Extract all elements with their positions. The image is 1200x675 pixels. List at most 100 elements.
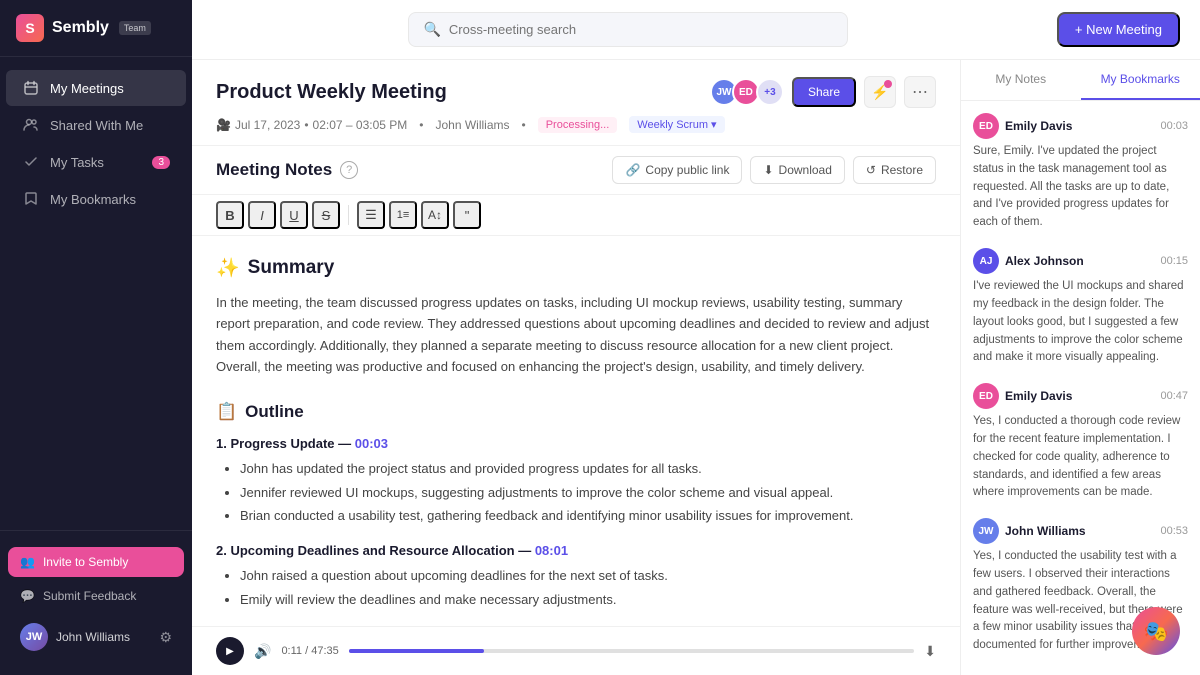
invite-icon: 👥	[20, 555, 35, 569]
summary-emoji: ✨	[216, 256, 240, 280]
note-author: Emily Davis	[1005, 389, 1072, 403]
summary-heading: ✨ Summary	[216, 256, 936, 280]
bold-button[interactable]: B	[216, 201, 244, 229]
help-icon[interactable]: ?	[340, 161, 358, 179]
sidebar-item-bookmarks-label: My Bookmarks	[50, 192, 136, 207]
doc-body: ✨ Summary In the meeting, the team discu…	[192, 236, 960, 626]
note-text: Sure, Emily. I've updated the project st…	[973, 143, 1188, 232]
sidebar-item-shared-with-me[interactable]: Shared With Me	[6, 107, 186, 143]
new-meeting-button[interactable]: + New Meeting	[1057, 12, 1180, 47]
bullet-list-button[interactable]: ☰	[357, 201, 385, 229]
volume-button[interactable]: 🔊	[254, 643, 271, 660]
feedback-icon: 💬	[20, 589, 35, 603]
audio-player: ▶ 🔊 0:11 / 47:35 ⬇	[192, 626, 960, 675]
search-input[interactable]	[449, 22, 834, 37]
sidebar-item-my-meetings-label: My Meetings	[50, 81, 124, 96]
meeting-header: Product Weekly Meeting JW ED +3 Share ⚡	[192, 60, 960, 146]
lightning-button[interactable]: ⚡	[864, 76, 896, 108]
progress-fill	[349, 649, 485, 653]
more-icon: ⋯	[912, 82, 928, 102]
meta-separator2: •	[419, 118, 423, 132]
feedback-label: Submit Feedback	[43, 589, 136, 603]
sidebar-item-my-bookmarks[interactable]: My Bookmarks	[6, 181, 186, 217]
sidebar-item-my-meetings[interactable]: My Meetings	[6, 70, 186, 106]
note-timestamp: 00:03	[1160, 120, 1188, 132]
more-options-button[interactable]: ⋯	[904, 76, 936, 108]
team-badge: Team	[119, 21, 151, 35]
tasks-badge: 3	[152, 156, 170, 169]
share-button[interactable]: Share	[792, 77, 856, 107]
summary-title: Summary	[248, 257, 335, 279]
scrum-badge: Weekly Scrum ▾	[629, 116, 724, 133]
sidebar-item-my-tasks[interactable]: My Tasks 3	[6, 144, 186, 180]
link-icon: 🔗	[625, 163, 640, 177]
sembly-fab[interactable]: 🎭	[1132, 607, 1180, 655]
list-item: John raised a question about upcoming de…	[240, 566, 936, 587]
font-size-button[interactable]: A↕	[421, 201, 449, 229]
notes-toolbar: Meeting Notes ? 🔗 Copy public link ⬇ Dow…	[192, 146, 960, 195]
tasks-icon	[22, 153, 40, 171]
notes-title-row: Meeting Notes ?	[216, 160, 358, 180]
underline-button[interactable]: U	[280, 201, 308, 229]
list-item: Brian conducted a usability test, gather…	[240, 506, 936, 527]
italic-button[interactable]: I	[248, 201, 276, 229]
outline-item-1-title: 1. Progress Update — 00:03	[216, 436, 936, 451]
note-author: John Williams	[1005, 524, 1086, 538]
audio-progress-bar[interactable]	[349, 649, 915, 653]
meeting-time: 02:07 – 03:05 PM	[313, 118, 408, 132]
note-author: Alex Johnson	[1005, 254, 1084, 268]
avatar-extra-count: +3	[756, 78, 784, 106]
sidebar-item-shared-label: Shared With Me	[50, 118, 143, 133]
download-button[interactable]: ⬇ Download	[750, 156, 844, 184]
search-bar[interactable]: 🔍	[408, 12, 848, 47]
outline-item-1-bullets: John has updated the project status and …	[216, 459, 936, 527]
list-item: Jennifer reviewed UI mockups, suggesting…	[240, 483, 936, 504]
meta-separator: •	[304, 118, 308, 132]
camera-icon: 🎥	[216, 118, 231, 132]
note-text: I've reviewed the UI mockups and shared …	[973, 278, 1188, 367]
scrum-label: Weekly Scrum	[637, 119, 708, 131]
gear-icon[interactable]: ⚙	[159, 629, 172, 646]
restore-button[interactable]: ↺ Restore	[853, 156, 936, 184]
meeting-host: John Williams	[435, 118, 509, 132]
topbar: 🔍 + New Meeting	[192, 0, 1200, 60]
note-timestamp: 00:15	[1160, 255, 1188, 267]
users-icon	[22, 116, 40, 134]
avatar: ED	[973, 113, 999, 139]
play-button[interactable]: ▶	[216, 637, 244, 665]
new-meeting-label: + New Meeting	[1075, 22, 1162, 37]
note-entry: AJ Alex Johnson 00:15 I've reviewed the …	[973, 248, 1188, 367]
sidebar: S Sembly Team My Meetings	[0, 0, 192, 675]
avatar: ED	[973, 383, 999, 409]
format-divider	[348, 205, 349, 225]
doc-panel: Product Weekly Meeting JW ED +3 Share ⚡	[192, 60, 960, 675]
sidebar-bottom: 👥 Invite to Sembly 💬 Submit Feedback JW …	[0, 530, 192, 675]
invite-label: Invite to Sembly	[43, 555, 128, 569]
download-btn-label: Download	[779, 163, 832, 177]
main-content: 🔍 + New Meeting Product Weekly Meeting J…	[192, 0, 1200, 675]
timestamp-link-2[interactable]: 08:01	[535, 543, 568, 558]
user-row[interactable]: JW John Williams ⚙	[8, 615, 184, 659]
tab-my-notes[interactable]: My Notes	[961, 60, 1081, 100]
audio-download-button[interactable]: ⬇	[924, 643, 936, 660]
list-item: John has updated the project status and …	[240, 459, 936, 480]
outline-item-2-title: 2. Upcoming Deadlines and Resource Alloc…	[216, 543, 936, 558]
current-time: 0:11 / 47:35	[281, 645, 338, 657]
note-entry: ED Emily Davis 00:03 Sure, Emily. I've u…	[973, 113, 1188, 232]
meeting-actions: JW ED +3 Share ⚡ ⋯	[710, 76, 936, 108]
note-timestamp: 00:47	[1160, 390, 1188, 402]
strikethrough-button[interactable]: S	[312, 201, 340, 229]
notes-list: ED Emily Davis 00:03 Sure, Emily. I've u…	[961, 101, 1200, 675]
copy-public-link-button[interactable]: 🔗 Copy public link	[612, 156, 742, 184]
tab-my-bookmarks[interactable]: My Bookmarks	[1081, 60, 1200, 100]
quote-button[interactable]: "	[453, 201, 481, 229]
note-header: AJ Alex Johnson 00:15	[973, 248, 1188, 274]
timestamp-link-1[interactable]: 00:03	[355, 436, 388, 451]
submit-feedback-button[interactable]: 💬 Submit Feedback	[8, 581, 184, 611]
status-dot	[884, 80, 892, 88]
invite-to-sembly-button[interactable]: 👥 Invite to Sembly	[8, 547, 184, 577]
avatar: AJ	[973, 248, 999, 274]
chevron-down-icon[interactable]: ▾	[711, 118, 717, 131]
ordered-list-button[interactable]: 1≡	[389, 201, 417, 229]
logo-text: Sembly	[52, 19, 109, 37]
